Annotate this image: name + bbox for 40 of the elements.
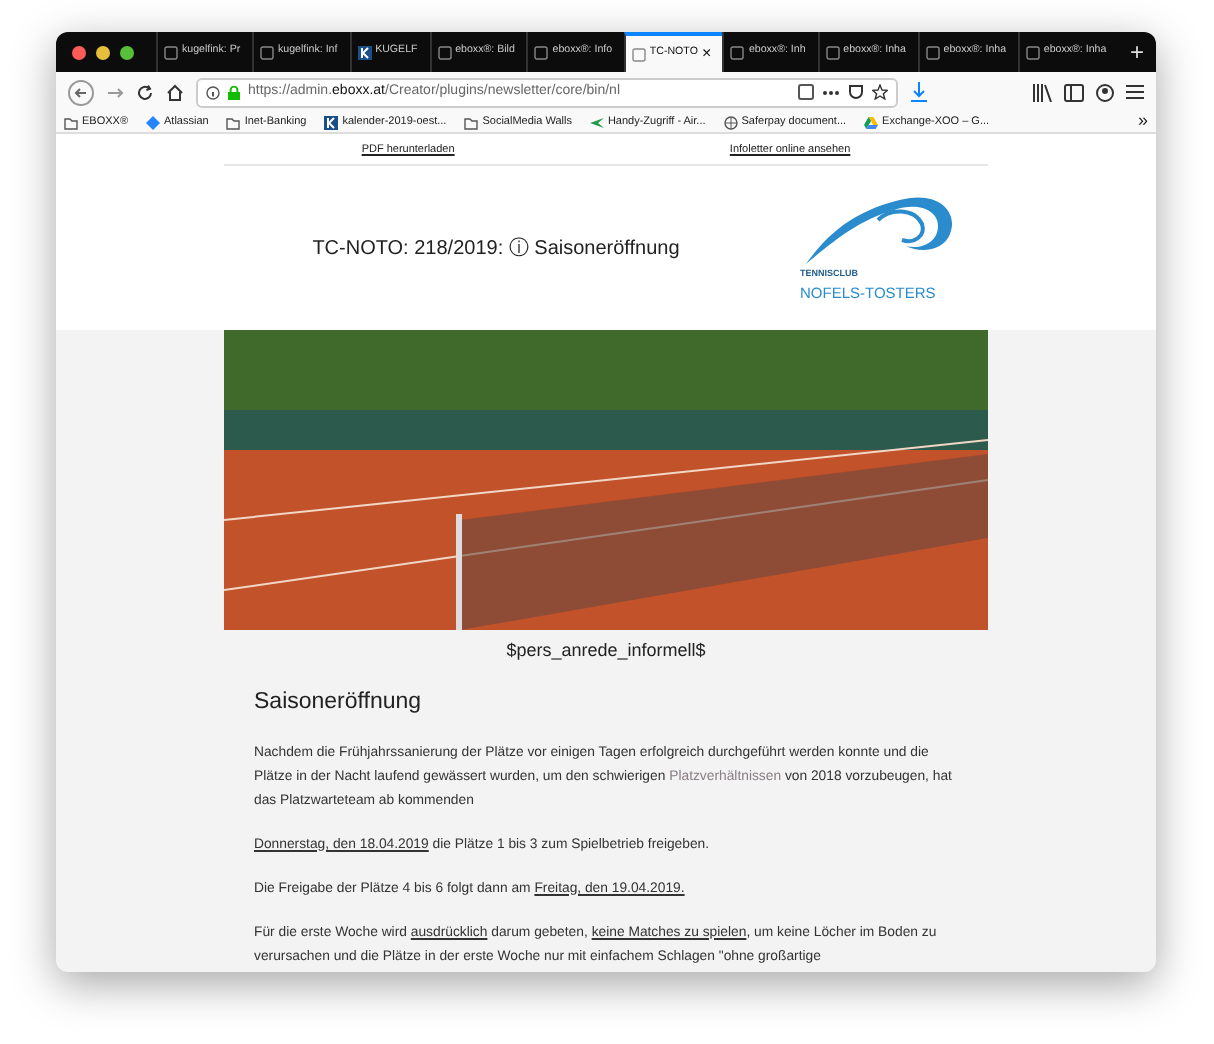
triangle-logo-icon [864, 115, 879, 129]
minimize-window-icon[interactable] [96, 45, 110, 59]
forward-icon[interactable] [106, 83, 124, 101]
new-tab-button[interactable]: + [1118, 32, 1156, 72]
page-icon [164, 45, 178, 59]
menu-icon[interactable] [1126, 84, 1144, 100]
page-icon [631, 47, 646, 61]
page-icon [1025, 45, 1040, 59]
folder-icon [64, 115, 78, 129]
k-logo-icon [357, 45, 372, 59]
page-icon [259, 45, 274, 59]
info-icon[interactable] [206, 85, 220, 99]
close-window-icon[interactable] [72, 45, 86, 59]
sidebar-icon[interactable] [1064, 83, 1084, 101]
page-icon [825, 45, 840, 59]
article-heading: Saisoneröffnung [254, 689, 424, 718]
globe-icon [723, 115, 738, 129]
arrow-icon [589, 115, 604, 129]
account-icon[interactable] [1096, 83, 1114, 101]
newsletter-title: TC-NOTO: 218/2019: ⓘ Saisoneröffnung [310, 235, 682, 264]
page-icon [925, 45, 940, 59]
page-icon [730, 45, 745, 59]
page-icon [534, 45, 549, 59]
folder-icon [226, 115, 241, 129]
reader-view-icon[interactable] [798, 84, 814, 100]
back-icon[interactable] [68, 79, 94, 105]
salutation-text: $pers_anrede_informell$ [504, 638, 708, 665]
maximize-window-icon[interactable] [120, 45, 134, 59]
reload-icon[interactable] [136, 83, 154, 101]
home-icon[interactable] [166, 83, 184, 101]
download-icon[interactable] [910, 82, 928, 102]
lock-icon [228, 85, 240, 99]
more-icon[interactable] [822, 89, 840, 95]
library-icon[interactable] [1032, 83, 1052, 101]
more-bookmarks-icon[interactable]: » [1137, 108, 1148, 136]
close-tab-icon[interactable]: × [701, 46, 712, 62]
folder-icon [464, 115, 479, 129]
page-icon [437, 45, 452, 59]
star-icon[interactable] [872, 84, 888, 100]
pocket-icon[interactable] [848, 84, 864, 100]
